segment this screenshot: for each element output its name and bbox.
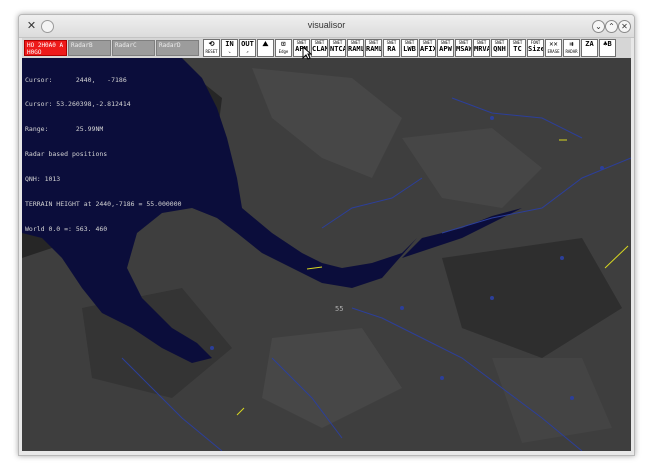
tool-button-label: ERASE xyxy=(547,49,560,54)
radar-tab-c[interactable]: RadarC xyxy=(112,40,155,56)
tool-button-tree[interactable]: ♣B xyxy=(599,39,616,57)
tool-button-snet-clam[interactable]: SNET CLAM xyxy=(311,39,328,57)
tool-button-label: NTCA xyxy=(330,45,346,53)
tool-button-snet-ramlo[interactable]: SNETRAMLO xyxy=(365,39,382,57)
visualisor-window: ✕ visualisor ⌄ ⌃ ✕ HO 2H0A0 A H0GO Radar… xyxy=(18,14,635,456)
info-terrain-height: TERRAIN HEIGHT at 2440,-7186 = 55.000000 xyxy=(25,200,182,209)
info-cursor-grid: Cursor: 2440, -7186 xyxy=(25,75,127,84)
tool-button-radar[interactable]: ⇉ RADAR xyxy=(563,39,580,57)
info-radar-mode: Radar based positions xyxy=(25,150,108,159)
maximize-icon[interactable]: ⌃ xyxy=(605,20,618,33)
radar-tab-label: HO 2H0A0 A H0GO xyxy=(27,42,64,56)
radar-tab-label: RadarC xyxy=(115,42,137,49)
cursor-info-panel: Cursor: 2440, -7186 Cursor: 53.260398,-2… xyxy=(25,59,182,250)
edge-icon: ⊡ xyxy=(281,40,286,48)
map-center-label: 55 xyxy=(335,305,344,313)
info-qnh: QNH: 1013 xyxy=(25,175,61,184)
tool-button-erase[interactable]: ✕✕ ERASE xyxy=(545,39,562,57)
info-world-origin: World 0.0 =: 563. 460 xyxy=(25,224,108,233)
radar-tab-label: RadarB xyxy=(71,42,93,49)
tree-icon: ♣B xyxy=(603,40,612,48)
tool-button-snet-qnh[interactable]: SNET QNH xyxy=(491,39,508,57)
erase-icon: ✕✕ xyxy=(549,40,558,48)
tool-button-label: APW xyxy=(439,45,452,53)
window-title: visualisor xyxy=(307,20,346,30)
tool-button-zoom-out[interactable]: OUT ↗ xyxy=(239,39,256,57)
tool-button-reset[interactable]: ⟲ RESET xyxy=(203,39,220,57)
tool-button-label: Size xyxy=(528,45,544,53)
tool-button-label: MRVA xyxy=(474,45,490,53)
tool-button-label: TC xyxy=(513,45,522,53)
tool-button-snet-ramld[interactable]: SNETRAMLD xyxy=(347,39,364,57)
toolbar: HO 2H0A0 A H0GO RadarB RadarC RadarD ⟲ RE… xyxy=(22,38,631,58)
terrain-icon: ⛰ xyxy=(262,40,269,48)
tool-button-snet-afix[interactable]: SNET AFIX xyxy=(419,39,436,57)
tool-button-za[interactable]: ZA xyxy=(581,39,598,57)
radar-map[interactable]: Cursor: 2440, -7186 Cursor: 53.260398,-2… xyxy=(22,58,631,451)
tool-button-font-size[interactable]: FONT Size xyxy=(527,39,544,57)
radar-tab-label: RadarD xyxy=(159,42,181,49)
za-icon: ZA xyxy=(585,40,594,48)
tool-button-label: LWB xyxy=(403,45,416,53)
info-range: Range: 25.99NM xyxy=(25,125,104,134)
tool-button-edge[interactable]: ⊡ Edge xyxy=(275,39,292,57)
title-bar[interactable]: ✕ visualisor ⌄ ⌃ ✕ xyxy=(19,15,634,38)
reset-icon: ⟲ xyxy=(208,40,215,48)
info-cursor-latlon: Cursor: 53.260398,-2.812414 xyxy=(25,100,131,109)
radar-tab-b[interactable]: RadarB xyxy=(68,40,111,56)
radar-icon: ⇉ xyxy=(569,40,574,48)
tool-button-label: QNH xyxy=(493,45,506,53)
tool-button-snet-tc[interactable]: SNET TC xyxy=(509,39,526,57)
tool-button-snet-apw[interactable]: SNET APW xyxy=(437,39,454,57)
radar-tab-d[interactable]: RadarD xyxy=(156,40,199,56)
radar-tab-a[interactable]: HO 2H0A0 A H0GO xyxy=(24,40,67,56)
tool-button-snet-lwb[interactable]: SNET LWB xyxy=(401,39,418,57)
tool-button-label: MSAW xyxy=(456,45,472,53)
tool-button-label: RA xyxy=(387,45,396,53)
tool-button-label: AFIX xyxy=(420,45,436,53)
zoom-in-icon: IN xyxy=(225,40,234,48)
tool-button-snet-ntca[interactable]: SNET NTCA xyxy=(329,39,346,57)
tool-button-label: CLAM xyxy=(312,45,328,53)
tool-button-label: RESET xyxy=(205,49,218,54)
tool-button-zoom-in[interactable]: IN ↘ xyxy=(221,39,238,57)
tool-button-snet-mrva[interactable]: SNET MRVA xyxy=(473,39,490,57)
tool-button-terrain[interactable]: ⛰ xyxy=(257,39,274,57)
tool-button-label: ↘ xyxy=(228,49,231,54)
minimize-icon[interactable]: ⌄ xyxy=(592,20,605,33)
close-icon[interactable]: ✕ xyxy=(618,20,631,33)
tool-button-label: ↗ xyxy=(246,49,249,54)
tool-button-label: RAMLO xyxy=(366,45,381,53)
tool-button-snet-ra[interactable]: SNET RA xyxy=(383,39,400,57)
tool-button-label: RAMLD xyxy=(348,45,363,53)
zoom-out-icon: OUT xyxy=(241,40,254,48)
mouse-pointer-icon xyxy=(302,46,312,60)
tool-button-label: RADAR xyxy=(565,49,578,54)
tool-button-label: Edge xyxy=(278,49,289,54)
tool-button-snet-msaw[interactable]: SNET MSAW xyxy=(455,39,472,57)
